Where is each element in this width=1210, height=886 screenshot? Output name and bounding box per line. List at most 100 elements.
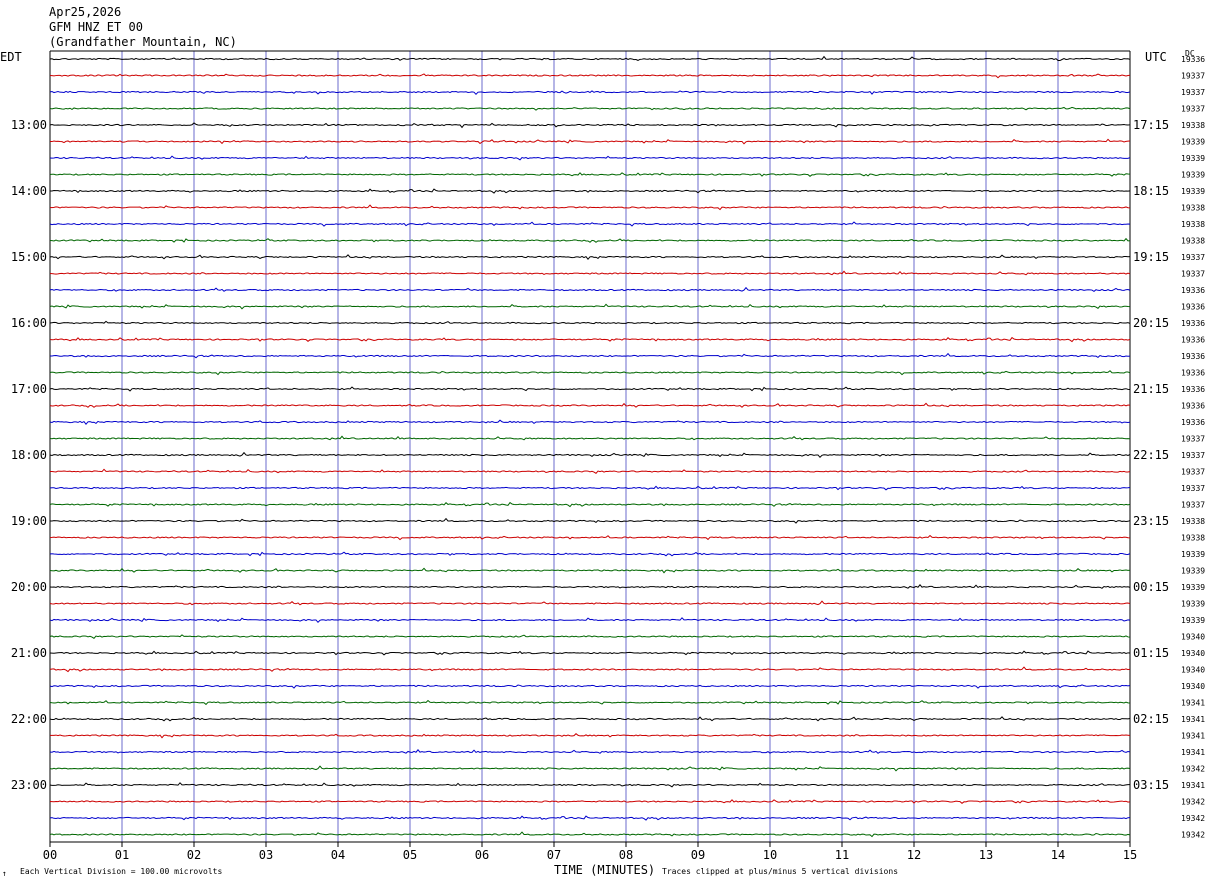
dc-offset-value: 19336 bbox=[1181, 303, 1205, 312]
dc-offset-value: 19336 bbox=[1181, 369, 1205, 378]
seismic-trace bbox=[49, 765, 1131, 772]
dc-offset-value: 19339 bbox=[1181, 583, 1205, 592]
dc-offset-value: 19337 bbox=[1181, 451, 1205, 460]
seismic-trace bbox=[49, 90, 1131, 96]
scale-note: Each Vertical Division = 100.00 microvol… bbox=[20, 867, 223, 876]
seismic-trace bbox=[49, 551, 1131, 557]
x-tick-label: 11 bbox=[835, 848, 849, 862]
x-axis-title: TIME (MINUTES) bbox=[554, 863, 656, 877]
x-tick-label: 09 bbox=[691, 848, 705, 862]
dc-offset-value: 19340 bbox=[1181, 633, 1205, 642]
seismic-trace bbox=[49, 303, 1131, 310]
dc-offset-value: 19337 bbox=[1181, 72, 1205, 81]
dc-offset-value: 19336 bbox=[1181, 336, 1205, 345]
seismic-trace bbox=[49, 534, 1131, 541]
seismic-trace bbox=[49, 402, 1131, 408]
dc-offset-value: 19337 bbox=[1181, 501, 1205, 510]
seismic-trace bbox=[49, 204, 1131, 211]
dc-offset-value: 19339 bbox=[1181, 616, 1205, 625]
dc-offset-value: 19340 bbox=[1181, 682, 1205, 691]
seismic-trace bbox=[49, 666, 1131, 673]
dc-offset-value: 19338 bbox=[1181, 220, 1205, 229]
right-hour-label: 19:15 bbox=[1133, 250, 1169, 264]
dc-offset-value: 19340 bbox=[1181, 666, 1205, 675]
left-hour-label: 16:00 bbox=[11, 316, 47, 330]
seismic-trace bbox=[49, 485, 1131, 491]
x-tick-label: 08 bbox=[619, 848, 633, 862]
dc-offset-value: 19337 bbox=[1181, 435, 1205, 444]
left-hour-label: 17:00 bbox=[11, 382, 47, 396]
dc-offset-value: 19341 bbox=[1181, 781, 1205, 790]
right-hour-label: 22:15 bbox=[1133, 448, 1169, 462]
seismic-trace bbox=[49, 517, 1131, 524]
x-tick-label: 04 bbox=[331, 848, 345, 862]
seismic-trace bbox=[49, 733, 1131, 739]
dc-offset-value: 19338 bbox=[1181, 517, 1205, 526]
dc-offset-value: 19336 bbox=[1181, 55, 1205, 64]
seismic-trace bbox=[49, 799, 1131, 804]
dc-offset-value: 19342 bbox=[1181, 831, 1205, 840]
dc-offset-value: 19339 bbox=[1181, 171, 1205, 180]
dc-offset-value: 19338 bbox=[1181, 237, 1205, 246]
left-hour-label: 20:00 bbox=[11, 580, 47, 594]
seismic-trace bbox=[49, 370, 1131, 376]
seismic-trace bbox=[49, 716, 1131, 722]
x-tick-label: 14 bbox=[1051, 848, 1065, 862]
seismic-trace bbox=[49, 352, 1131, 359]
corner-arrow-mark: ↑ bbox=[2, 869, 7, 878]
x-tick-label: 03 bbox=[259, 848, 273, 862]
dc-offset-value: 19336 bbox=[1181, 286, 1205, 295]
dc-offset-value: 19341 bbox=[1181, 748, 1205, 757]
seismic-trace bbox=[49, 782, 1131, 788]
x-tick-label: 00 bbox=[43, 848, 57, 862]
dc-offset-value: 19336 bbox=[1181, 319, 1205, 328]
seismic-trace bbox=[49, 237, 1131, 243]
dc-offset-value: 19336 bbox=[1181, 352, 1205, 361]
dc-offset-value: 19341 bbox=[1181, 699, 1205, 708]
dc-offset-value: 19337 bbox=[1181, 270, 1205, 279]
seismic-trace bbox=[49, 419, 1131, 425]
seismic-trace bbox=[49, 468, 1131, 474]
x-tick-label: 01 bbox=[115, 848, 129, 862]
seismic-trace bbox=[49, 583, 1131, 589]
dc-offset-value: 19336 bbox=[1181, 402, 1205, 411]
x-tick-label: 02 bbox=[187, 848, 201, 862]
dc-offset-value: 19339 bbox=[1181, 567, 1205, 576]
dc-offset-value: 19336 bbox=[1181, 385, 1205, 394]
dc-offset-value: 19338 bbox=[1181, 204, 1205, 213]
dc-offset-value: 19342 bbox=[1181, 814, 1205, 823]
clip-note: Traces clipped at plus/minus 5 vertical … bbox=[662, 867, 899, 876]
seismic-trace bbox=[49, 684, 1131, 689]
seismic-trace bbox=[49, 221, 1131, 227]
right-hour-label: 00:15 bbox=[1133, 580, 1169, 594]
left-hour-label: 18:00 bbox=[11, 448, 47, 462]
right-hour-label: 20:15 bbox=[1133, 316, 1169, 330]
seismic-trace bbox=[49, 567, 1131, 574]
dc-offset-value: 19341 bbox=[1181, 732, 1205, 741]
seismic-trace bbox=[49, 650, 1131, 656]
dc-offset-value: 19341 bbox=[1181, 715, 1205, 724]
seismic-trace bbox=[49, 172, 1131, 177]
seismic-trace bbox=[49, 270, 1131, 276]
seismic-trace bbox=[49, 188, 1131, 194]
left-hour-label: 23:00 bbox=[11, 778, 47, 792]
seismic-trace bbox=[49, 386, 1131, 392]
dc-offset-value: 19339 bbox=[1181, 600, 1205, 609]
dc-offset-value: 19337 bbox=[1181, 484, 1205, 493]
x-tick-label: 07 bbox=[547, 848, 561, 862]
dc-offset-value: 19340 bbox=[1181, 649, 1205, 658]
seismic-trace bbox=[49, 320, 1131, 325]
seismic-trace bbox=[49, 138, 1131, 145]
seismic-trace bbox=[49, 435, 1131, 441]
seismic-trace bbox=[49, 286, 1131, 292]
dc-offset-value: 19337 bbox=[1181, 468, 1205, 477]
x-tick-label: 06 bbox=[475, 848, 489, 862]
dc-offset-value: 19339 bbox=[1181, 154, 1205, 163]
right-hour-label: 17:15 bbox=[1133, 118, 1169, 132]
seismic-trace bbox=[49, 155, 1131, 161]
seismic-trace bbox=[49, 451, 1131, 459]
dc-offset-value: 19342 bbox=[1181, 798, 1205, 807]
left-hour-label: 13:00 bbox=[11, 118, 47, 132]
dc-offset-value: 19337 bbox=[1181, 88, 1205, 97]
seismic-trace bbox=[49, 55, 1131, 62]
